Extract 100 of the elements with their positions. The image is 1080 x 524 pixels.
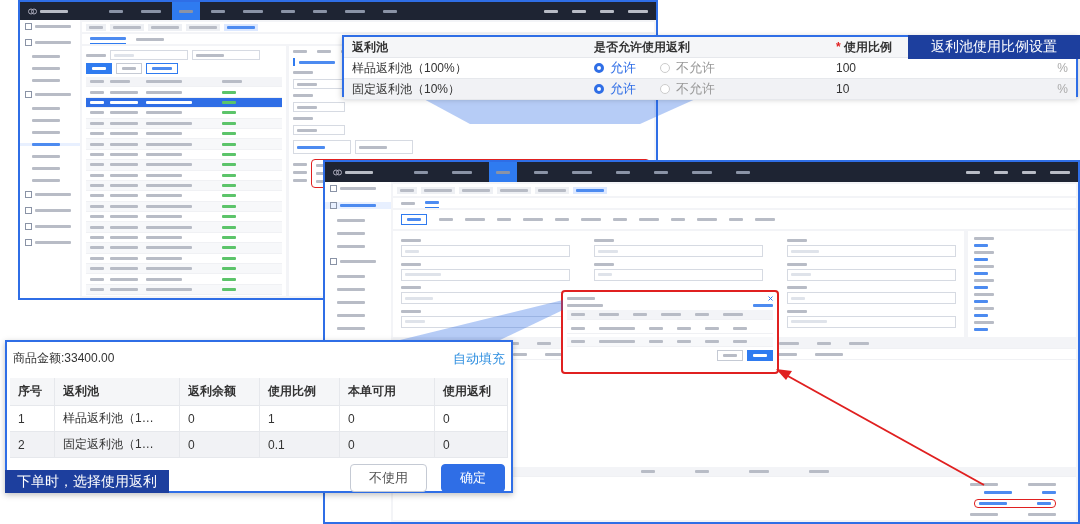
blurred-text xyxy=(90,80,104,84)
input-field[interactable] xyxy=(110,50,188,60)
blurred-text xyxy=(109,9,123,13)
blurred-text xyxy=(222,194,236,198)
cancel-button[interactable] xyxy=(717,350,743,362)
logo-icon xyxy=(333,168,342,176)
batch-button[interactable] xyxy=(146,63,178,74)
blurred-text xyxy=(733,339,747,343)
new-button[interactable] xyxy=(401,214,427,225)
column-header: 使用比例 xyxy=(268,383,316,400)
column-header: 是否允许使用返利 xyxy=(594,38,690,56)
blurred-text xyxy=(534,170,548,174)
blurred-text xyxy=(110,184,138,188)
blurred-text xyxy=(151,25,179,29)
blurred-text xyxy=(297,82,317,86)
blurred-text xyxy=(407,218,421,221)
query-button[interactable] xyxy=(86,63,112,74)
blurred-text xyxy=(35,225,71,228)
blurred-text xyxy=(122,67,136,70)
blurred-text xyxy=(281,9,295,13)
blurred-text xyxy=(733,326,747,330)
blurred-text xyxy=(299,60,335,64)
blurred-text xyxy=(340,187,376,190)
blurred-text xyxy=(110,80,130,84)
radio-option[interactable]: 允许 xyxy=(594,80,636,98)
blurred-text xyxy=(110,142,138,146)
radio-option[interactable]: 不允许 xyxy=(660,59,715,77)
blurred-text xyxy=(654,170,668,174)
blurred-text xyxy=(567,304,603,307)
blurred-text xyxy=(1050,170,1070,174)
blurred-text xyxy=(32,67,60,70)
blurred-text xyxy=(598,249,618,253)
blurred-text xyxy=(146,277,182,281)
blurred-text xyxy=(639,218,659,221)
blurred-text xyxy=(345,9,365,13)
input-field[interactable] xyxy=(293,102,345,112)
input-field[interactable] xyxy=(787,268,956,281)
blurred-text xyxy=(90,132,104,136)
blurred-text xyxy=(729,218,743,221)
blurred-text xyxy=(599,339,635,343)
input-field[interactable] xyxy=(401,245,570,257)
auto-fill-link[interactable]: 自动填充 xyxy=(453,350,505,368)
blurred-text xyxy=(1028,483,1056,486)
blurred-text xyxy=(146,111,182,115)
blurred-text xyxy=(146,225,192,229)
blurred-text xyxy=(755,218,775,221)
blurred-text xyxy=(222,132,236,136)
blurred-text xyxy=(697,218,717,221)
blurred-text xyxy=(32,143,60,146)
input-field[interactable] xyxy=(787,292,956,304)
input-field[interactable] xyxy=(594,268,763,281)
blurred-text xyxy=(211,9,225,13)
blurred-text xyxy=(146,100,192,104)
blurred-text xyxy=(146,267,192,271)
input-field[interactable] xyxy=(594,245,763,257)
blurred-text xyxy=(984,491,1012,494)
confirm-button[interactable]: 确定 xyxy=(441,464,505,492)
blurred-text xyxy=(974,314,988,317)
blurred-text xyxy=(113,25,141,29)
blurred-text xyxy=(110,225,138,229)
blurred-text xyxy=(753,354,767,358)
table-cell: 样品返利池（1… xyxy=(63,410,154,427)
input-field[interactable] xyxy=(787,315,956,328)
menu-icon xyxy=(330,202,337,209)
blurred-text xyxy=(465,218,485,221)
radio-option[interactable]: 允许 xyxy=(594,59,636,77)
blurred-text xyxy=(141,9,161,13)
blurred-text xyxy=(753,304,773,307)
blurred-text xyxy=(222,163,236,167)
blurred-text xyxy=(222,80,242,84)
radio-option[interactable] xyxy=(355,140,413,154)
blurred-text xyxy=(90,256,104,260)
radio-option[interactable]: 不允许 xyxy=(660,80,715,98)
input-field[interactable] xyxy=(293,125,345,135)
blurred-text xyxy=(974,286,988,289)
radio-option[interactable] xyxy=(293,140,351,154)
close-icon[interactable] xyxy=(768,296,773,301)
blurred-text xyxy=(787,239,807,242)
blurred-text xyxy=(661,313,681,317)
blurred-text xyxy=(723,354,737,358)
reset-button[interactable] xyxy=(116,63,142,74)
menu-icon xyxy=(25,23,32,30)
blurred-text xyxy=(1037,502,1051,505)
blurred-text xyxy=(677,339,691,343)
menu-icon xyxy=(25,207,32,214)
blurred-text xyxy=(974,279,994,282)
input-field[interactable] xyxy=(401,268,570,281)
input-field[interactable] xyxy=(787,245,956,257)
blurred-text xyxy=(337,301,365,304)
caption-tag: 返利池使用比例设置 xyxy=(908,35,1080,59)
cancel-button[interactable]: 不使用 xyxy=(350,464,427,492)
blurred-text xyxy=(227,25,255,29)
menu-icon xyxy=(25,39,32,46)
input-field[interactable] xyxy=(293,79,345,89)
select-field[interactable] xyxy=(192,50,260,60)
blurred-text xyxy=(146,80,182,84)
blurred-text xyxy=(293,179,307,182)
blurred-text xyxy=(146,121,192,125)
blurred-text xyxy=(35,209,71,212)
confirm-button[interactable] xyxy=(747,350,773,362)
